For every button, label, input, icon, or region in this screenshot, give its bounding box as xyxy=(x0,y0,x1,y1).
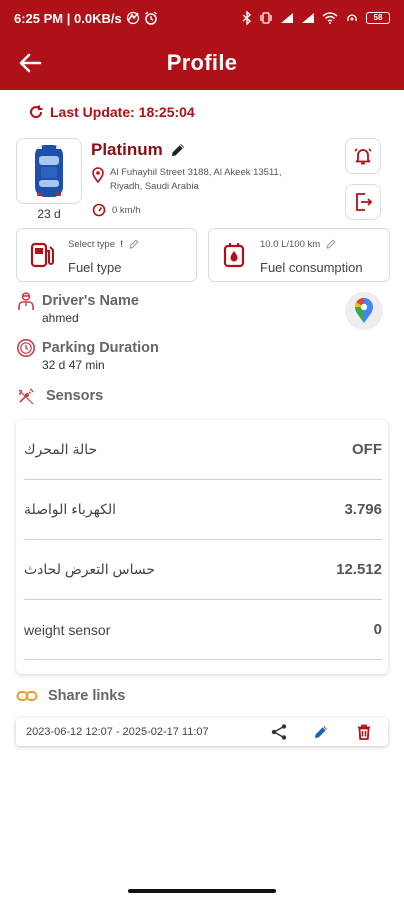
address-line-1: Al Fuhayhil Street 3188, Al Akeek 13511, xyxy=(110,167,282,178)
fuel-type-card[interactable]: Select type ! Fuel type xyxy=(16,228,197,282)
sensor-value: OFF xyxy=(352,441,382,458)
driver-name-label: Driver's Name xyxy=(42,293,139,309)
wifi-icon xyxy=(322,12,338,24)
speedometer-icon xyxy=(92,203,106,217)
sensor-row: حساس التعرض لحادث 12.512 xyxy=(24,540,382,600)
driver-name-row: Driver's Name xyxy=(16,291,139,311)
home-indicator[interactable] xyxy=(128,889,276,893)
sensor-row: الكهرباء الواصلة 3.796 xyxy=(24,480,382,540)
parking-duration-value: 32 d 47 min xyxy=(42,358,105,372)
parking-clock-icon xyxy=(17,339,35,357)
share-button[interactable] xyxy=(269,722,289,742)
driver-name-value: ahmed xyxy=(42,311,79,325)
exit-door-icon xyxy=(356,193,373,211)
edit-pencil-icon[interactable] xyxy=(325,238,337,250)
status-bar: 6:25 PM | 0.0KB/s 58 xyxy=(0,0,404,36)
fuel-pump-icon xyxy=(30,242,54,268)
fuel-consumption-rate: 10.0 L/100 km xyxy=(260,238,321,250)
sensor-name: weight sensor xyxy=(24,621,111,638)
bluetooth-icon xyxy=(242,11,252,25)
vehicle-speed: 0 km/h xyxy=(92,203,141,217)
signal-icon-1 xyxy=(281,13,293,23)
fuel-type-select-label: Select type xyxy=(68,238,115,250)
sensor-name: الكهرباء الواصلة xyxy=(24,501,117,517)
page-title: Profile xyxy=(166,50,238,75)
vehicle-name-row: Platinum xyxy=(91,140,187,160)
edit-pencil-icon xyxy=(315,726,327,738)
location-pin-icon xyxy=(92,167,104,183)
share-links-header: Share links xyxy=(16,688,125,704)
delete-link-button[interactable] xyxy=(354,722,374,742)
driver-icon xyxy=(18,292,34,310)
signal-icon-2 xyxy=(302,13,314,23)
fuel-consumption-card[interactable]: 10.0 L/100 km Fuel consumption xyxy=(208,228,390,282)
alarm-bell-icon xyxy=(354,148,372,165)
last-update[interactable]: Last Update: 18:25:04 xyxy=(28,104,195,120)
sensors-label: Sensors xyxy=(46,388,104,404)
sensor-value: 0 xyxy=(373,621,382,638)
back-arrow-icon[interactable] xyxy=(16,49,44,77)
vehicle-name: Platinum xyxy=(91,140,163,159)
app-bar: Profile xyxy=(0,36,404,90)
hotspot-icon xyxy=(347,14,357,22)
fuel-consumption-label: Fuel consumption xyxy=(260,260,363,275)
sensors-header: Sensors xyxy=(16,386,103,406)
last-update-text: Last Update: 18:25:04 xyxy=(50,104,195,120)
share-link-dates: 2023-06-12 12:07 - 2025-02-17 11:07 xyxy=(26,726,209,738)
google-maps-icon xyxy=(354,298,373,323)
sensor-name: حالة المحرك xyxy=(24,441,98,457)
sensor-row: حالة المحرك OFF xyxy=(24,420,382,480)
exit-button[interactable] xyxy=(345,184,381,220)
sensor-value: 12.512 xyxy=(336,561,382,578)
refresh-icon[interactable] xyxy=(28,104,44,120)
sensor-row: weight sensor 0 xyxy=(24,600,382,660)
sensors-card: حالة المحرك OFF الكهرباء الواصلة 3.796 ح… xyxy=(16,420,388,674)
data-saver-icon xyxy=(126,11,139,25)
fuel-consumption-small: 10.0 L/100 km xyxy=(260,238,337,250)
parking-duration-row: Parking Duration xyxy=(16,338,159,358)
share-link-item[interactable]: 2023-06-12 12:07 - 2025-02-17 11:07 xyxy=(16,718,388,746)
link-icon xyxy=(16,691,38,701)
sensor-name: حساس التعرض لحادث xyxy=(24,561,156,577)
edit-link-button[interactable] xyxy=(311,722,331,742)
vibrate-icon xyxy=(260,12,272,24)
speed-value: 0 km/h xyxy=(112,204,141,216)
alarm-button[interactable] xyxy=(345,138,381,174)
battery-icon: 58 xyxy=(366,12,390,24)
alarm-icon xyxy=(144,11,157,25)
address-line-2: Riyadh, Saudi Arabia xyxy=(110,181,199,192)
google-maps-button[interactable] xyxy=(345,292,383,330)
trash-icon xyxy=(358,724,370,740)
status-time-speed: 6:25 PM | 0.0KB/s xyxy=(14,10,122,26)
sensor-value: 3.796 xyxy=(344,501,382,518)
car-icon xyxy=(35,145,63,197)
vehicle-age: 23 d xyxy=(37,207,61,221)
edit-pencil-icon[interactable] xyxy=(128,238,140,250)
edit-pencil-icon[interactable] xyxy=(169,141,187,159)
parking-duration-label: Parking Duration xyxy=(42,340,159,356)
fuel-type-label: Fuel type xyxy=(68,260,122,275)
share-icon xyxy=(271,724,287,740)
fuel-gauge-icon xyxy=(223,243,245,268)
vehicle-address: Al Fuhayhil Street 3188, Al Akeek 13511,… xyxy=(92,166,322,194)
fuel-type-small: Select type ! xyxy=(68,238,140,250)
required-mark: ! xyxy=(120,238,124,250)
sensor-icon xyxy=(18,388,34,405)
vehicle-image[interactable] xyxy=(16,138,82,204)
share-links-label: Share links xyxy=(48,688,126,704)
